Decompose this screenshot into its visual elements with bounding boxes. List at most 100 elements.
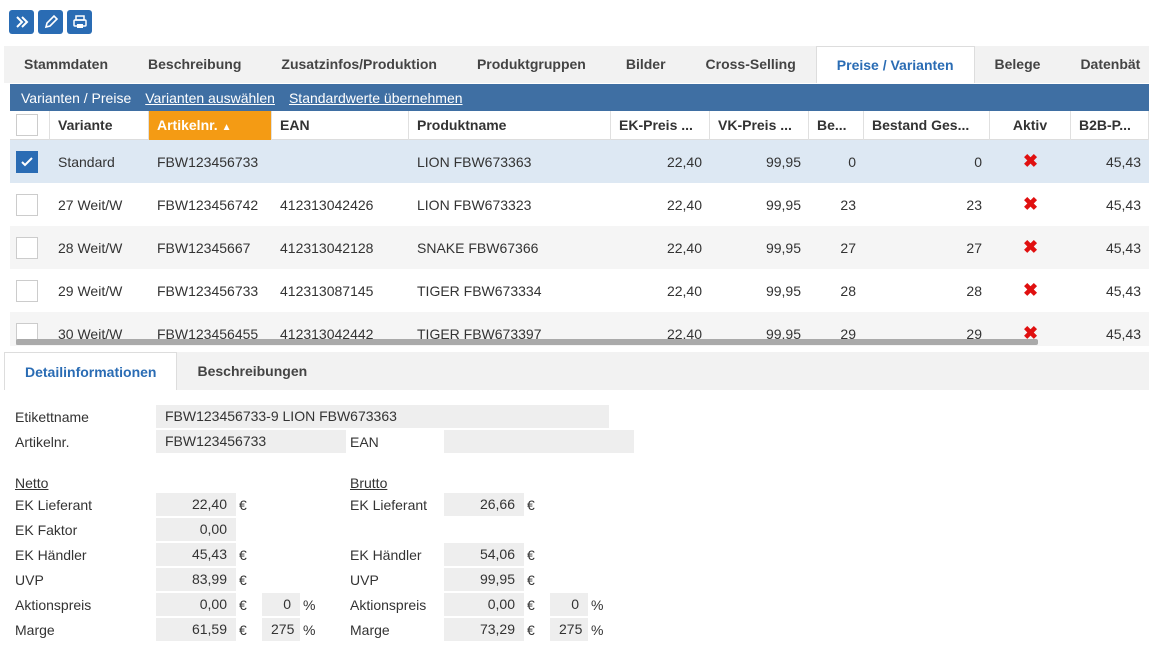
etikettname-field[interactable]: FBW123456733-9 LION FBW673363 xyxy=(156,405,609,428)
cell-produktname: SNAKE FBW67366 xyxy=(417,239,539,256)
print-button[interactable] xyxy=(67,10,92,34)
percent-sign: % xyxy=(303,622,316,638)
netto-marge-label: Marge xyxy=(15,622,55,638)
table-row[interactable]: Standard FBW123456733 LION FBW673363 22,40 9… xyxy=(10,140,1149,183)
apply-defaults-link[interactable]: Standardwerte übernehmen xyxy=(289,90,463,106)
table-row[interactable]: 29 Weit/W FBW123456733 412313087145 TIGER F… xyxy=(10,269,1149,312)
inactive-x-icon: ✖ xyxy=(1022,280,1039,300)
row-checkbox[interactable] xyxy=(16,236,38,259)
tab-datenblatt[interactable]: Datenbät xyxy=(1060,46,1149,83)
col-bestand-gesamt[interactable]: Bestand Ges... xyxy=(864,111,990,140)
netto-aktionspreis-pct-field[interactable]: 0 xyxy=(262,593,300,616)
cell-vk-preis: 99,95 xyxy=(765,239,801,256)
tab-cross-selling[interactable]: Cross-Selling xyxy=(686,46,816,83)
col-variante[interactable]: Variante xyxy=(50,111,149,140)
select-all-checkbox[interactable] xyxy=(16,114,38,136)
tab-bilder[interactable]: Bilder xyxy=(606,46,686,83)
brutto-marge-field[interactable]: 73,29 xyxy=(444,618,524,641)
netto-ek-lieferant-field[interactable]: 22,40 xyxy=(156,493,236,516)
col-b2b-preis[interactable]: B2B-P... xyxy=(1071,111,1149,140)
tab-produktgruppen[interactable]: Produktgruppen xyxy=(457,46,606,83)
netto-ek-faktor-field[interactable]: 0,00 xyxy=(156,518,236,541)
cell-ean: 412313087145 xyxy=(280,282,374,299)
table-row[interactable]: 28 Weit/W FBW12345667 412313042128 SNAKE FB… xyxy=(10,226,1149,269)
col-vk-preis[interactable]: VK-Preis ... xyxy=(710,111,809,140)
brutto-marge-pct-field[interactable]: 275 xyxy=(550,618,588,641)
euro-sign: € xyxy=(239,622,247,638)
brutto-marge-label: Marge xyxy=(350,622,390,638)
netto-aktionspreis-field[interactable]: 0,00 xyxy=(156,593,236,616)
select-variants-link[interactable]: Varianten auswählen xyxy=(145,90,275,106)
horizontal-scrollbar[interactable] xyxy=(16,339,1038,345)
artikelnr-field[interactable]: FBW123456733 xyxy=(156,430,346,453)
cell-bestand-gesamt: 23 xyxy=(966,196,982,213)
netto-uvp-field[interactable]: 83,99 xyxy=(156,568,236,591)
tab-belege[interactable]: Belege xyxy=(975,46,1061,83)
brutto-aktionspreis-pct-field[interactable]: 0 xyxy=(550,593,588,616)
cell-vk-preis: 99,95 xyxy=(765,196,801,213)
cell-bestand-short: 23 xyxy=(840,196,856,213)
inactive-x-icon: ✖ xyxy=(1022,194,1039,214)
tab-preise-varianten[interactable]: Preise / Varianten xyxy=(815,46,975,83)
cell-vk-preis: 99,95 xyxy=(765,153,801,170)
ean-label: EAN xyxy=(350,434,379,450)
tab-stammdaten[interactable]: Stammdaten xyxy=(4,46,128,83)
row-checkbox[interactable] xyxy=(16,193,38,216)
brutto-ek-lieferant-field[interactable]: 26,66 xyxy=(444,493,524,516)
netto-marge-pct-field[interactable]: 275 xyxy=(262,618,300,641)
col-bestand-short[interactable]: Be... xyxy=(809,111,864,140)
euro-sign: € xyxy=(239,547,247,563)
pencil-icon xyxy=(44,14,58,29)
tab-detailinformationen[interactable]: Detailinformationen xyxy=(4,352,178,390)
cell-produktname: TIGER FBW673334 xyxy=(417,282,542,299)
bar-title: Varianten / Preise xyxy=(21,89,132,106)
netto-uvp-label: UVP xyxy=(15,572,44,588)
edit-button[interactable] xyxy=(38,10,63,34)
table-row[interactable]: 27 Weit/W FBW123456742 412313042426 LION FB… xyxy=(10,183,1149,226)
netto-ek-lieferant-label: EK Lieferant xyxy=(15,497,93,513)
cell-variante: 27 Weit/W xyxy=(58,196,123,213)
tab-beschreibungen[interactable]: Beschreibungen xyxy=(177,352,327,390)
netto-ek-haendler-field[interactable]: 45,43 xyxy=(156,543,236,566)
euro-sign: € xyxy=(239,572,247,588)
netto-heading: Netto xyxy=(15,475,49,491)
grid-header: Variante Artikelnr. ▲ EAN Produktname EK… xyxy=(10,111,1149,140)
euro-sign: € xyxy=(527,572,535,588)
cell-variante: Standard xyxy=(58,153,115,170)
ean-field[interactable] xyxy=(444,430,634,453)
sort-asc-icon: ▲ xyxy=(221,122,232,133)
col-aktiv[interactable]: Aktiv xyxy=(990,111,1071,140)
cell-produktname: LION FBW673363 xyxy=(417,153,532,170)
col-produktname[interactable]: Produktname xyxy=(409,111,611,140)
col-ek-preis[interactable]: EK-Preis ... xyxy=(611,111,710,140)
brutto-uvp-field[interactable]: 99,95 xyxy=(444,568,524,591)
euro-sign: € xyxy=(527,547,535,563)
toolbar xyxy=(9,10,92,34)
cell-ek-preis: 22,40 xyxy=(666,196,702,213)
row-checkbox[interactable] xyxy=(16,279,38,302)
printer-icon xyxy=(72,15,87,28)
brutto-ek-haendler-field[interactable]: 54,06 xyxy=(444,543,524,566)
tab-beschreibung[interactable]: Beschreibung xyxy=(128,46,261,83)
cell-aktiv: ✖ xyxy=(990,237,1071,258)
col-ean[interactable]: EAN xyxy=(272,111,409,140)
cell-bestand-short: 27 xyxy=(840,239,856,256)
expand-button[interactable] xyxy=(9,10,34,34)
brutto-ek-haendler-label: EK Händler xyxy=(350,547,422,563)
brutto-heading: Brutto xyxy=(350,475,388,491)
netto-marge-field[interactable]: 61,59 xyxy=(156,618,236,641)
percent-sign: % xyxy=(591,622,604,638)
inactive-x-icon: ✖ xyxy=(1022,237,1039,257)
tab-zusatzinfos[interactable]: Zusatzinfos/Produktion xyxy=(261,46,457,83)
euro-sign: € xyxy=(239,597,247,613)
netto-ek-faktor-label: EK Faktor xyxy=(15,522,78,538)
cell-bestand-gesamt: 27 xyxy=(966,239,982,256)
cell-vk-preis: 99,95 xyxy=(765,282,801,299)
header-select-cell xyxy=(10,111,50,140)
cell-artikelnr: FBW123456733 xyxy=(157,282,259,299)
brutto-aktionspreis-field[interactable]: 0,00 xyxy=(444,593,524,616)
col-artikelnr[interactable]: Artikelnr. ▲ xyxy=(149,111,272,140)
row-checkbox[interactable] xyxy=(16,150,38,173)
etikettname-label: Etikettname xyxy=(15,409,89,425)
cell-ek-preis: 22,40 xyxy=(666,153,702,170)
